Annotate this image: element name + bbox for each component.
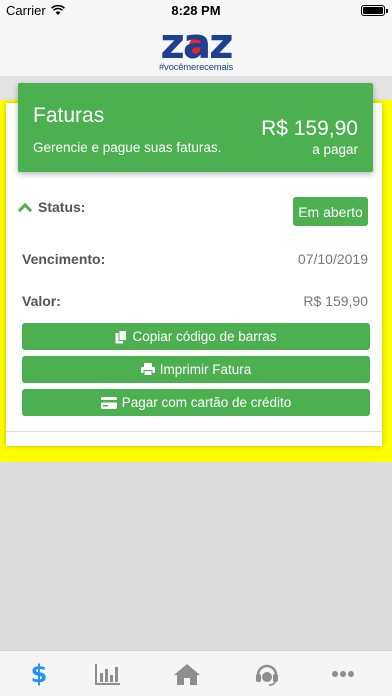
- tab-home[interactable]: [148, 651, 226, 696]
- pay-card-button[interactable]: Pagar com cartão de crédito: [22, 389, 370, 416]
- banner-title: Faturas: [33, 104, 105, 127]
- headset-icon: [256, 664, 278, 686]
- copy-barcode-label: Copiar código de barras: [132, 329, 277, 344]
- copy-barcode-button[interactable]: Copiar código de barras: [22, 323, 370, 350]
- copy-icon: [115, 329, 128, 343]
- pay-card-label: Pagar com cartão de crédito: [121, 395, 292, 410]
- printer-icon: [140, 363, 155, 376]
- status-toggle[interactable]: Status:: [17, 199, 86, 217]
- logo-wordmark: zaz: [160, 19, 233, 68]
- banner-amount: R$ 159,90: [261, 117, 358, 140]
- bar-chart-icon: [95, 664, 120, 685]
- tab-bar: $: [0, 650, 392, 696]
- status-label: Status:: [38, 199, 86, 215]
- logo-tagline: #vocêmerecemais: [158, 62, 234, 73]
- banner-amount-caption: a pagar: [312, 142, 358, 157]
- due-date-value: 07/10/2019: [297, 251, 368, 267]
- banner-subtitle: Gerencie e pague suas faturas.: [33, 140, 222, 155]
- tab-invoices[interactable]: $: [0, 651, 78, 696]
- status-badge: Em aberto: [293, 197, 368, 226]
- credit-card-icon: [100, 396, 117, 409]
- print-invoice-label: Imprimir Fatura: [159, 362, 252, 377]
- clock: 8:28 PM: [171, 3, 221, 18]
- amount-value: R$ 159,90: [303, 293, 368, 309]
- dollar-icon: $: [31, 661, 47, 687]
- more-icon: [332, 671, 354, 677]
- invoices-banner: Faturas Gerencie e pague suas faturas. R…: [18, 83, 373, 172]
- invoice-detail: Status: Em aberto Vencimento: 07/10/2019…: [6, 185, 382, 432]
- app-header: zaz #vocêmerecemais: [0, 20, 392, 76]
- zaz-logo: zaz #vocêmerecemais: [141, 19, 251, 74]
- status-bar: Carrier 8:28 PM: [0, 0, 392, 20]
- tab-more[interactable]: [304, 651, 382, 696]
- chevron-up-icon: [17, 202, 33, 217]
- print-invoice-button[interactable]: Imprimir Fatura: [22, 356, 370, 383]
- tab-support[interactable]: [228, 651, 306, 696]
- amount-label: Valor:: [22, 293, 61, 309]
- svg-text:$: $: [31, 661, 47, 687]
- due-date-label: Vencimento:: [22, 251, 106, 267]
- home-icon: [174, 664, 200, 685]
- content-background: [0, 462, 392, 650]
- battery-icon: [361, 5, 388, 16]
- tab-charts[interactable]: [69, 651, 147, 696]
